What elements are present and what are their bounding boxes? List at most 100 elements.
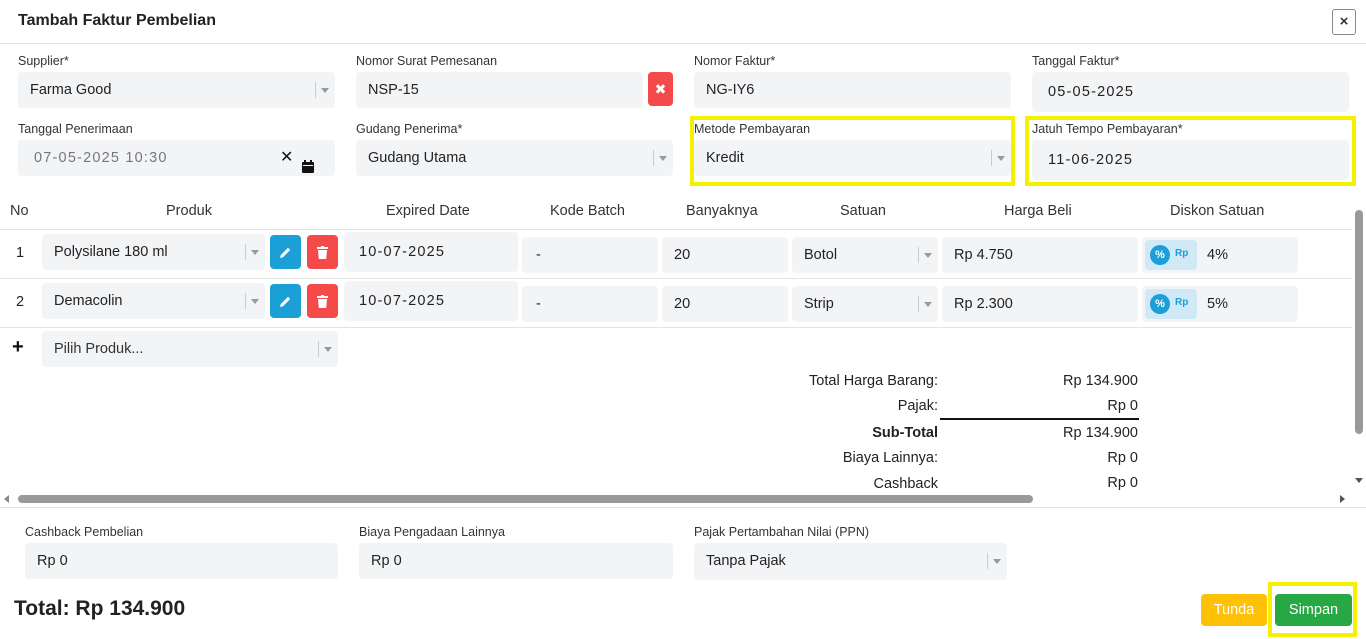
gudang-label: Gudang Penerima* (356, 122, 463, 136)
nomor-faktur-input[interactable]: NG-IY6 (694, 72, 1011, 108)
chevron-down-icon (318, 341, 332, 357)
supplier-select[interactable]: Farma Good (18, 72, 335, 108)
column-header-produk: Produk (166, 203, 212, 219)
row-2-expired-input[interactable]: 10-07-2025 (344, 281, 518, 321)
subtotal-divider (940, 418, 1139, 420)
chevron-down-icon (653, 150, 667, 166)
row-2-harga-input[interactable]: Rp 2.300 (942, 286, 1138, 322)
ppn-select[interactable]: Tanpa Pajak (694, 543, 1007, 580)
metode-select[interactable]: Kredit (694, 140, 1011, 176)
chevron-down-icon (245, 293, 259, 309)
horizontal-scrollbar[interactable] (0, 492, 1352, 506)
add-product-select[interactable]: Pilih Produk... (42, 331, 338, 367)
table-divider (0, 327, 1352, 328)
tanggal-penerimaan-input[interactable]: 07-05-2025 10:30 ✕ (18, 140, 335, 176)
chevron-down-icon (991, 150, 1005, 166)
row-2-edit-button[interactable] (270, 284, 301, 318)
supplier-value: Farma Good (30, 82, 112, 98)
row-1-harga-input[interactable]: Rp 4.750 (942, 237, 1138, 273)
row-1-edit-button[interactable] (270, 235, 301, 269)
row-1-expired-input[interactable]: 10-07-2025 (344, 232, 518, 272)
vertical-scrollbar[interactable] (1352, 196, 1366, 492)
horizontal-scroll-thumb[interactable] (18, 495, 1033, 503)
tanggal-faktur-input[interactable]: 05-05-2025 (1032, 72, 1349, 112)
row-2-delete-button[interactable] (307, 284, 338, 318)
rp-label: Rp (1175, 297, 1189, 308)
row-1-produk-value: Polysilane 180 ml (54, 244, 168, 260)
supplier-label: Supplier* (18, 54, 69, 68)
footer-divider (0, 507, 1366, 508)
row-1-diskon-value: 4% (1207, 247, 1228, 263)
row-1-qty-input[interactable]: 20 (662, 237, 788, 273)
column-header-batch: Kode Batch (550, 203, 625, 219)
biaya-lainnya-value: Rp 0 (1107, 450, 1138, 466)
cashback-pembelian-input[interactable]: Rp 0 (25, 543, 338, 579)
row-1-satuan-select[interactable]: Botol (792, 237, 938, 273)
pajak-value: Rp 0 (1107, 398, 1138, 414)
biaya-pengadaan-label: Biaya Pengadaan Lainnya (359, 525, 505, 539)
cashback-label: Cashback (873, 476, 938, 492)
gudang-value: Gudang Utama (368, 150, 467, 166)
tunda-button[interactable]: Tunda (1201, 594, 1267, 626)
column-header-banyaknya: Banyaknya (686, 203, 758, 219)
subtotal-label: Sub-Total (872, 425, 938, 441)
cashback-value: Rp 0 (1107, 475, 1138, 491)
tanggal-penerimaan-label: Tanggal Penerimaan (18, 122, 133, 136)
row-1-satuan-value: Botol (804, 247, 838, 263)
row-2-produk-value: Demacolin (54, 293, 123, 309)
row-1-discount-type-toggle[interactable]: % Rp (1145, 240, 1197, 270)
total-harga-value: Rp 134.900 (1063, 373, 1138, 389)
row-2-satuan-value: Strip (804, 296, 834, 312)
column-header-harga: Harga Beli (1004, 203, 1072, 219)
scroll-left-arrow-icon[interactable] (4, 495, 9, 503)
jatuh-tempo-label: Jatuh Tempo Pembayaran* (1032, 122, 1183, 136)
row-2-produk-select[interactable]: Demacolin (42, 283, 265, 319)
nomor-faktur-label: Nomor Faktur* (694, 54, 776, 68)
row-2-qty-input[interactable]: 20 (662, 286, 788, 322)
biaya-pengadaan-input[interactable]: Rp 0 (359, 543, 673, 579)
add-product-placeholder: Pilih Produk... (54, 341, 144, 357)
calendar-icon[interactable] (302, 151, 314, 173)
column-header-expired: Expired Date (386, 203, 470, 219)
tanggal-penerimaan-value: 07-05-2025 10:30 (34, 150, 168, 166)
row-1-produk-select[interactable]: Polysilane 180 ml (42, 234, 265, 270)
metode-value: Kredit (706, 150, 744, 166)
jatuh-tempo-input[interactable]: 11-06-2025 (1032, 140, 1349, 180)
row-2-batch-input[interactable]: - (522, 286, 658, 322)
trash-icon (317, 245, 328, 259)
column-header-satuan: Satuan (840, 203, 886, 219)
table-divider (0, 278, 1352, 279)
metode-label: Metode Pembayaran (694, 122, 811, 136)
clear-nomor-surat-button[interactable]: ✖ (648, 72, 673, 106)
pencil-icon (280, 296, 291, 307)
cashback-pembelian-label: Cashback Pembelian (25, 525, 144, 539)
chevron-down-icon (245, 244, 259, 260)
row-1-batch-input[interactable]: - (522, 237, 658, 273)
clear-date-icon[interactable]: ✕ (280, 140, 293, 176)
column-header-no: No (10, 203, 29, 219)
biaya-lainnya-label: Biaya Lainnya: (842, 450, 938, 466)
total-harga-label: Total Harga Barang: (809, 373, 938, 389)
row-2-diskon-value: 5% (1207, 296, 1228, 312)
row-1-delete-button[interactable] (307, 235, 338, 269)
chevron-down-icon (315, 82, 329, 98)
row-2-number: 2 (16, 294, 25, 310)
pencil-icon (280, 247, 291, 258)
close-button[interactable]: × (1332, 9, 1356, 35)
gudang-select[interactable]: Gudang Utama (356, 140, 673, 176)
row-2-discount-type-toggle[interactable]: % Rp (1145, 289, 1197, 319)
simpan-button[interactable]: Simpan (1275, 594, 1352, 626)
subtotal-value: Rp 134.900 (1063, 425, 1138, 441)
rp-label: Rp (1175, 248, 1189, 259)
modal-title: Tambah Faktur Pembelian (18, 12, 216, 29)
nomor-surat-input[interactable]: NSP-15 (356, 72, 643, 108)
vertical-scroll-thumb[interactable] (1355, 210, 1363, 434)
plus-icon[interactable]: + (12, 336, 24, 359)
scroll-right-arrow-icon[interactable] (1340, 495, 1345, 503)
percent-icon: % (1150, 294, 1170, 314)
row-2-satuan-select[interactable]: Strip (792, 286, 938, 322)
percent-icon: % (1150, 245, 1170, 265)
chevron-down-icon (918, 296, 932, 312)
row-1-number: 1 (16, 245, 25, 261)
scroll-down-arrow-icon[interactable] (1355, 478, 1363, 483)
